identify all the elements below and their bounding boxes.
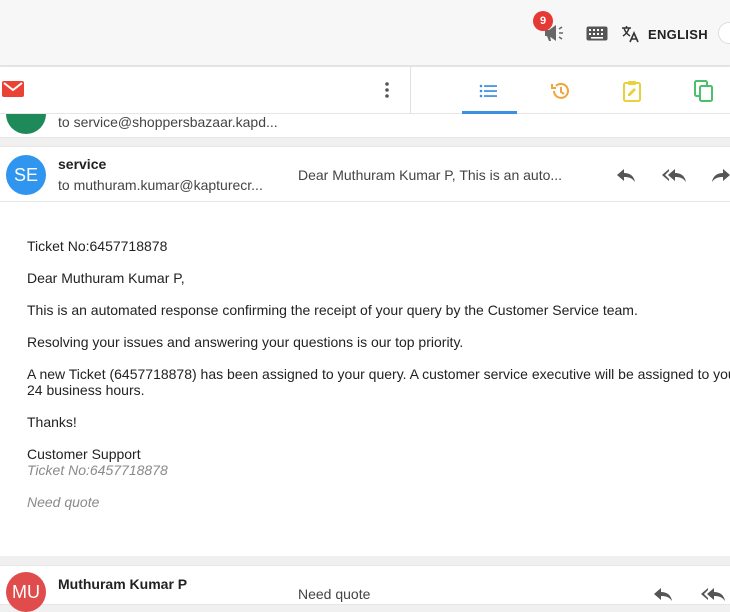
message-body: Ticket No:6457718878 Dear Muthuram Kumar… — [0, 202, 730, 556]
recipient-line: to muthuram.kumar@kapturecr... — [58, 177, 263, 193]
tab-copy[interactable] — [692, 79, 716, 103]
previous-message-card[interactable]: to service@shoppersbazaar.kapd... — [0, 114, 730, 138]
closing: Thanks! — [27, 414, 77, 430]
list-icon — [479, 84, 497, 98]
recipient-line: to service@shoppersbazaar.kapd... — [58, 114, 278, 130]
message-snippet: Dear Muthuram Kumar P, This is an auto..… — [298, 167, 563, 183]
message-snippet: Need quote — [298, 586, 371, 602]
clipboard-icon — [623, 81, 641, 102]
body-line: A new Ticket (6457718878) has been assig… — [27, 366, 730, 382]
gmail-button[interactable] — [2, 81, 24, 97]
greeting: Dear Muthuram Kumar P, — [27, 270, 185, 286]
quoted-text: Need quote — [27, 494, 100, 510]
message-header[interactable]: SE service to muthuram.kumar@kapturecr..… — [0, 146, 730, 202]
translate-icon — [622, 26, 639, 43]
copy-icon — [694, 80, 713, 102]
reply-button[interactable] — [652, 584, 674, 604]
reply-all-icon — [701, 588, 725, 601]
body-paragraph: Resolving your issues and answering your… — [27, 334, 464, 350]
body-paragraph: A new Ticket (6457718878) has been assig… — [27, 366, 730, 398]
top-bar: 9 ENGLISH — [0, 0, 730, 66]
language-selector[interactable]: ENGLISH — [620, 24, 708, 44]
sender-name: service — [58, 156, 107, 172]
toggle-switch[interactable] — [718, 22, 730, 44]
body-paragraph: This is an automated response confirming… — [27, 302, 638, 318]
reply-icon — [654, 588, 672, 601]
reply-button[interactable] — [615, 165, 637, 185]
tab-notes[interactable] — [620, 79, 644, 103]
avatar: SE — [6, 155, 46, 195]
reply-all-icon — [662, 169, 686, 182]
tab-history[interactable] — [549, 79, 573, 103]
notification-badge: 9 — [533, 11, 553, 31]
body-line: 24 business hours. — [27, 382, 145, 398]
language-label: ENGLISH — [648, 26, 708, 42]
signature: Customer Support — [27, 446, 141, 462]
reply-all-button[interactable] — [661, 165, 687, 185]
sender-name: Muthuram Kumar P — [58, 576, 188, 592]
reply-all-button[interactable] — [700, 584, 726, 604]
more-options-button[interactable] — [378, 80, 396, 100]
quoted-ticket-number: Ticket No:6457718878 — [27, 462, 168, 478]
kebab-menu-icon — [385, 82, 389, 98]
ticket-number: Ticket No:6457718878 — [27, 238, 168, 254]
keyboard-button[interactable] — [586, 26, 608, 41]
history-icon — [551, 82, 569, 99]
avatar — [6, 114, 46, 134]
reply-icon — [617, 169, 635, 182]
keyboard-icon — [586, 26, 608, 41]
announcement-button[interactable]: 9 — [533, 11, 567, 45]
toolbar-divider — [410, 67, 411, 114]
tab-list[interactable] — [477, 79, 501, 103]
forward-button[interactable] — [710, 165, 730, 185]
avatar: MU — [6, 572, 46, 612]
mail-icon — [2, 81, 24, 97]
forward-icon — [712, 169, 730, 182]
next-message-card[interactable]: MU Muthuram Kumar P Need quote — [0, 565, 730, 612]
